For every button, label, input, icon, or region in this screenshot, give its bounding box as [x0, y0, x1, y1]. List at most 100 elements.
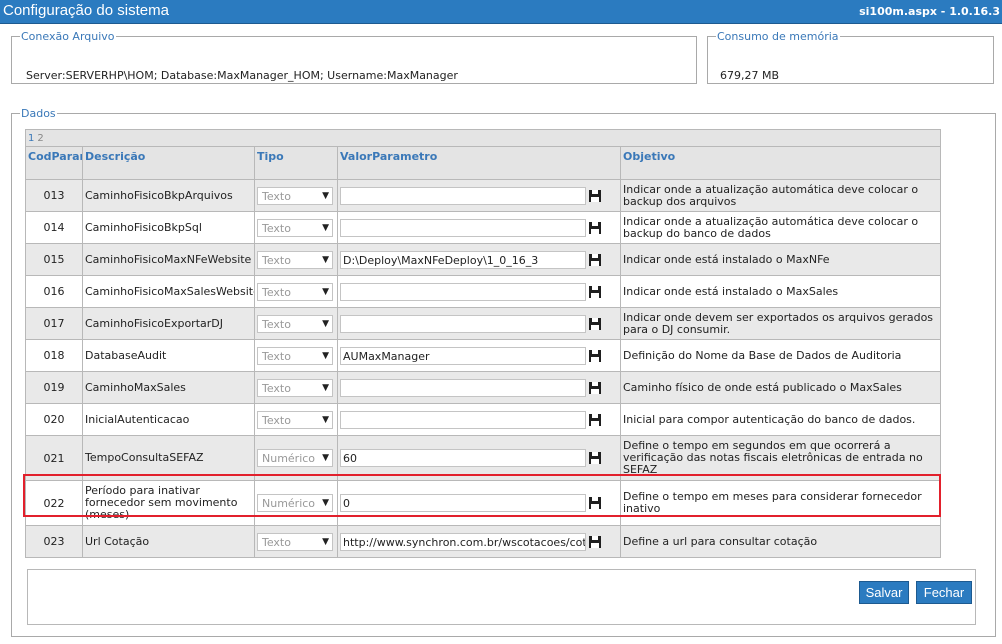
save-icon[interactable] [589, 189, 601, 202]
cell-value [337, 403, 621, 436]
value-input[interactable] [340, 186, 586, 205]
cell-objective: Define o tempo em segundos em que ocorre… [620, 435, 941, 481]
type-select-value: Texto [262, 535, 291, 549]
type-select[interactable]: Texto ▼ [257, 532, 333, 551]
code-text: 021 [43, 451, 65, 465]
value-input[interactable] [340, 282, 586, 301]
description-text: CaminhoFisicoBkpSql [85, 220, 202, 234]
chevron-down-icon: ▼ [322, 350, 329, 361]
cell-code: 016 [25, 275, 83, 308]
cell-value: 0 [337, 480, 621, 526]
type-select[interactable]: Texto ▼ [257, 282, 333, 301]
page-link-2[interactable]: 2 [37, 133, 43, 144]
cell-code: 015 [25, 243, 83, 276]
type-select[interactable]: Texto ▼ [257, 346, 333, 365]
save-icon[interactable] [589, 221, 601, 234]
type-select-value: Texto [262, 221, 291, 235]
value-input[interactable] [340, 378, 586, 397]
type-select[interactable]: Numérico ▼ [257, 449, 333, 467]
chevron-down-icon: ▼ [322, 318, 329, 329]
cell-value: D:\Deploy\MaxNFeDeploy\1_0_16_3 [337, 243, 621, 276]
chevron-down-icon: ▼ [322, 382, 329, 393]
type-select[interactable]: Texto ▼ [257, 378, 333, 397]
save-icon[interactable] [589, 452, 601, 464]
save-icon[interactable] [589, 497, 601, 509]
cell-description: CaminhoFisicoExportarDJ [82, 307, 255, 340]
value-input[interactable]: 60 [340, 449, 586, 467]
memory-value: 679,27 MB [720, 69, 780, 82]
cell-type: Texto ▼ [254, 275, 338, 308]
objective-text: Indicar onde está instalado o MaxSales [623, 284, 839, 298]
col-header-codparam[interactable]: CodParam [25, 146, 83, 180]
type-select[interactable]: Texto ▼ [257, 186, 333, 205]
save-icon[interactable] [589, 317, 601, 330]
cell-value [337, 307, 621, 340]
cell-description: CaminhoFisicoBkpSql [82, 211, 255, 244]
cell-code: 018 [25, 339, 83, 372]
description-text: TempoConsultaSEFAZ [85, 451, 204, 464]
code-text: 017 [43, 317, 65, 330]
page-link-1[interactable]: 1 [28, 133, 34, 144]
save-icon[interactable] [589, 349, 601, 362]
objective-text: Caminho físico de onde está publicado o … [623, 380, 902, 394]
pager-row: 12 [25, 129, 941, 147]
value-input[interactable]: 0 [340, 494, 586, 512]
type-select[interactable]: Texto ▼ [257, 250, 333, 269]
value-input[interactable] [340, 314, 586, 333]
close-button[interactable]: Fechar [916, 581, 972, 604]
objective-text: Inicial para compor autenticação do banc… [623, 412, 916, 426]
value-input[interactable]: http://www.synchron.com.br/wscotacoes/co… [340, 532, 586, 551]
cell-code: 019 [25, 371, 83, 404]
type-select[interactable]: Texto ▼ [257, 218, 333, 237]
description-text: CaminhoFisicoBkpArquivos [85, 188, 233, 202]
objective-text: Indicar onde a atualização automática de… [623, 182, 919, 208]
cell-description: CaminhoFisicoMaxSalesWebsite [82, 275, 255, 308]
save-icon[interactable] [589, 253, 601, 266]
chevron-down-icon: ▼ [322, 254, 329, 265]
objective-text: Indicar onde devem ser exportados os arq… [623, 310, 934, 336]
chevron-down-icon: ▼ [322, 286, 329, 297]
code-text: 016 [43, 285, 65, 298]
pager: 12 [25, 129, 941, 147]
cell-type: Texto ▼ [254, 179, 338, 212]
type-select[interactable]: Numérico ▼ [257, 494, 333, 512]
cell-code: 022 [25, 480, 83, 526]
table-row: 020 InicialAutenticacao Texto ▼ Inicial para… [25, 403, 941, 436]
connection-panel: Conexão Arquivo Server:SERVERHP\HOM; Dat… [11, 30, 697, 84]
code-text: 015 [43, 253, 65, 266]
value-input[interactable] [340, 218, 586, 237]
value-input[interactable] [340, 410, 586, 429]
table-row: 013 CaminhoFisicoBkpArquivos Texto ▼ Indicar… [25, 179, 941, 212]
type-select[interactable]: Texto ▼ [257, 314, 333, 333]
cell-type: Texto ▼ [254, 211, 338, 244]
code-text: 013 [43, 189, 65, 202]
table-row: 014 CaminhoFisicoBkpSql Texto ▼ Indicar onde… [25, 211, 941, 244]
title-bar: Configuração do sistema si100m.aspx - 1.… [0, 0, 1002, 24]
save-icon[interactable] [589, 413, 601, 426]
code-text: 020 [43, 413, 65, 426]
col-header-tipo[interactable]: Tipo [254, 146, 338, 180]
save-icon[interactable] [589, 381, 601, 394]
type-select[interactable]: Texto ▼ [257, 410, 333, 429]
description-text: CaminhoMaxSales [85, 380, 186, 394]
cell-code: 020 [25, 403, 83, 436]
type-select-value: Numérico [262, 452, 316, 465]
col-header-objetivo[interactable]: Objetivo [620, 146, 941, 180]
value-input[interactable]: AUMaxManager [340, 346, 586, 365]
cell-type: Texto ▼ [254, 307, 338, 340]
col-header-descricao[interactable]: Descrição [82, 146, 255, 180]
description-text: CaminhoFisicoMaxSalesWebsite [85, 284, 255, 298]
save-button[interactable]: Salvar [859, 581, 909, 604]
code-text: 019 [43, 381, 65, 394]
chevron-down-icon: ▼ [322, 414, 329, 425]
cell-description: TempoConsultaSEFAZ [82, 435, 255, 481]
save-icon[interactable] [589, 285, 601, 298]
col-header-valorparametro[interactable]: ValorParametro [337, 146, 621, 180]
save-icon[interactable] [589, 535, 601, 548]
cell-description: CaminhoFisicoMaxNFeWebsite [82, 243, 255, 276]
chevron-down-icon: ▼ [322, 453, 329, 463]
table-row: 021 TempoConsultaSEFAZ Numérico ▼ 60 Define o… [25, 435, 941, 481]
cell-type: Numérico ▼ [254, 435, 338, 481]
objective-text: Indicar onde a atualização automática de… [623, 214, 919, 240]
value-input[interactable]: D:\Deploy\MaxNFeDeploy\1_0_16_3 [340, 250, 586, 269]
